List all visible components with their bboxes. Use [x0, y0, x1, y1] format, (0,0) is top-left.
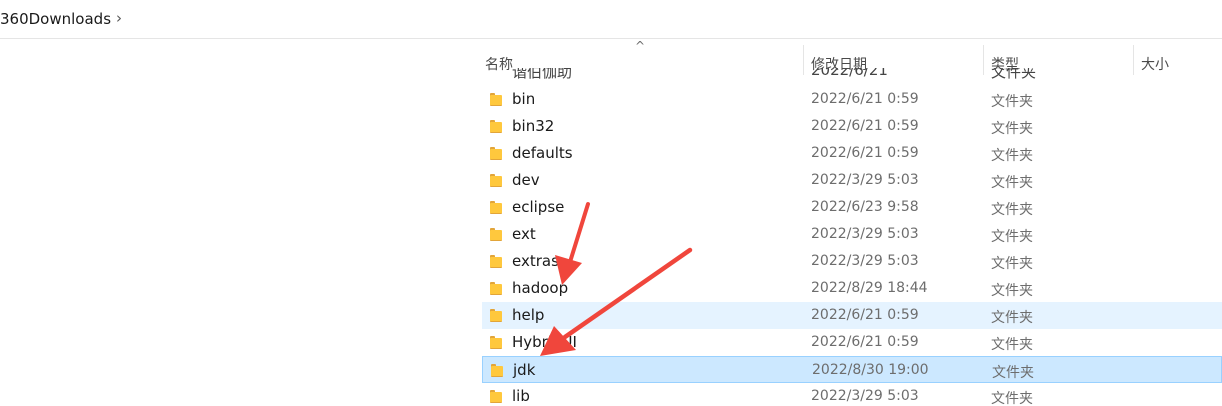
annotation-layer: [540, 202, 693, 356]
red-arrow-icon: [555, 202, 590, 285]
